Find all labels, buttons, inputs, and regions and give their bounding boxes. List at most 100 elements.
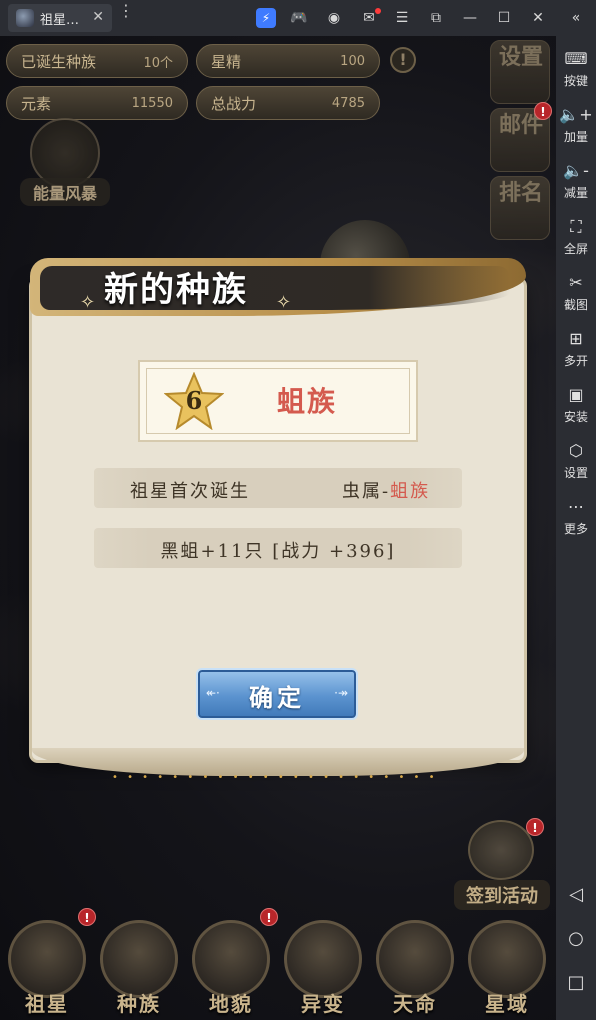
close-icon[interactable]: ✕ xyxy=(528,8,548,28)
nav-ancestor-star[interactable]: 祖星 xyxy=(4,918,90,1018)
nav-alert-badge: ! xyxy=(78,908,96,926)
minimize-icon[interactable]: — xyxy=(460,8,480,28)
settings-button[interactable]: 设置 xyxy=(490,40,550,104)
sidebar-item-volume-up[interactable]: 🔈+ 加量 xyxy=(556,104,596,156)
star-essence-stat: 星精 100 xyxy=(196,44,380,78)
sign-in-label: 签到活动 xyxy=(454,880,550,910)
terrain-icon xyxy=(192,920,270,998)
notification-dot xyxy=(375,8,381,14)
nav-label: 天命 xyxy=(393,992,437,1016)
fullscreen-icon: ⛶ xyxy=(570,217,582,236)
keyboard-icon: ⌨ xyxy=(564,49,588,68)
menu-kebab-icon[interactable]: ⋮ xyxy=(118,3,134,19)
sidebar-item-volume-down[interactable]: 🔈- 减量 xyxy=(556,160,596,212)
race-name: 蛆族 xyxy=(276,385,337,418)
category-race: 蛆族 xyxy=(390,481,431,502)
mutation-icon xyxy=(284,920,362,998)
nav-race[interactable]: 种族 xyxy=(96,918,182,1018)
scissors-icon: ✂ xyxy=(569,273,583,292)
stat-label: 元素 xyxy=(21,94,52,113)
nav-label: 星域 xyxy=(485,992,529,1016)
stat-value: 10个 xyxy=(143,55,173,71)
sidebar-item-install[interactable]: ▣ 安装 xyxy=(556,384,596,436)
sidebar-item-label: 加量 xyxy=(563,130,588,144)
user-icon[interactable]: ◉ xyxy=(324,8,344,28)
hamburger-menu-icon[interactable]: ☰ xyxy=(392,8,412,28)
popout-icon[interactable]: ⧉ xyxy=(426,8,446,28)
bolt-icon[interactable]: ⚡ xyxy=(256,8,276,28)
sidebar-item-label: 减量 xyxy=(563,186,588,200)
more-icon: ⋯ xyxy=(568,497,584,516)
recent-apps-icon[interactable]: □ xyxy=(556,970,596,996)
sparkle-icon: ✧ xyxy=(80,292,96,313)
tab-title: 祖星… xyxy=(40,12,80,28)
sidebar-item-label: 多开 xyxy=(563,354,588,368)
confirm-label: 确定 xyxy=(249,683,305,712)
tab-close-icon[interactable]: ✕ xyxy=(92,9,104,25)
sidebar-item-label: 按键 xyxy=(563,74,588,88)
scroll-quill-icon xyxy=(468,820,534,880)
born-races-stat: 已诞生种族 10个 xyxy=(6,44,188,78)
category-prefix: 虫属- xyxy=(342,481,391,502)
apk-install-icon: ▣ xyxy=(568,385,584,404)
nav-label: 种族 xyxy=(117,992,161,1016)
collapse-sidebar-icon[interactable]: « xyxy=(566,8,586,28)
app-tab[interactable]: 祖星… ✕ xyxy=(8,4,112,32)
sidebar-item-screenshot[interactable]: ✂ 截图 xyxy=(556,272,596,324)
info-icon[interactable]: ! xyxy=(390,47,416,73)
confirm-button[interactable]: ↞· 确定 ·↠ xyxy=(196,668,358,720)
volume-down-icon: 🔈- xyxy=(563,161,589,180)
sidebar-item-label: 全屏 xyxy=(563,242,588,256)
nav-mutation[interactable]: 异变 xyxy=(280,918,366,1018)
dialog-title: 新的种族 xyxy=(104,270,248,310)
app-icon xyxy=(16,9,34,27)
emulator-sidebar: ⌨ 按键 🔈+ 加量 🔈- 减量 ⛶ 全屏 ✂ 截图 ⊞ 多开 ▣ 安装 ⬡ 设… xyxy=(556,36,596,1020)
total-power-stat: 总战力 4785 xyxy=(196,86,380,120)
home-icon[interactable]: ○ xyxy=(556,926,596,952)
stat-label: 总战力 xyxy=(211,94,257,113)
stat-value: 11550 xyxy=(131,95,173,111)
emulator-window: 祖星… ✕ ⋮ ⚡ 🎮 ◉ ✉ ☰ ⧉ — ☐ ✕ « 已诞生种族 10个 星精… xyxy=(0,0,596,1020)
sidebar-item-label: 截图 xyxy=(563,298,588,312)
nav-alert-badge: ! xyxy=(260,908,278,926)
sidebar-item-label: 安装 xyxy=(563,410,588,424)
energy-storm-label: 能量风暴 xyxy=(20,178,110,206)
nav-label: 异变 xyxy=(301,992,345,1016)
deco-right-icon: ·↠ xyxy=(334,686,348,700)
rank-label: 排名 xyxy=(499,181,544,206)
sidebar-item-label: 设置 xyxy=(563,466,588,480)
race-level: 6 xyxy=(185,386,203,415)
volume-up-icon: 🔈+ xyxy=(559,105,593,124)
settings-label: 设置 xyxy=(499,45,544,70)
reward-text: 黑蛆+11只 [战力 +396] xyxy=(160,541,396,562)
elements-stat: 元素 11550 xyxy=(6,86,188,120)
nav-label: 祖星 xyxy=(25,992,69,1016)
decorative-dots: • • • • • • • • • • • • • • • • • • • • … xyxy=(112,772,438,783)
stat-value: 100 xyxy=(340,53,365,69)
gamepad-icon[interactable]: 🎮 xyxy=(289,8,309,28)
sidebar-item-settings[interactable]: ⬡ 设置 xyxy=(556,440,596,492)
sparkle-icon: ✧ xyxy=(276,292,292,313)
maximize-icon[interactable]: ☐ xyxy=(494,8,514,28)
star-domain-icon xyxy=(468,920,546,998)
sidebar-item-more[interactable]: ⋯ 更多 xyxy=(556,496,596,548)
nav-terrain[interactable]: 地貌 xyxy=(188,918,274,1018)
nav-destiny[interactable]: 天命 xyxy=(372,918,458,1018)
mail-alert-badge: ! xyxy=(534,102,552,120)
nav-star-domain[interactable]: 星域 xyxy=(464,918,550,1018)
multi-instance-icon: ⊞ xyxy=(569,329,583,348)
race-category: 虫属-蛆族 xyxy=(342,477,430,503)
sidebar-item-fullscreen[interactable]: ⛶ 全屏 xyxy=(556,216,596,268)
sidebar-item-multi-instance[interactable]: ⊞ 多开 xyxy=(556,328,596,380)
first-birth-label: 祖星首次诞生 xyxy=(130,481,250,502)
destiny-icon xyxy=(376,920,454,998)
nav-label: 地貌 xyxy=(209,992,253,1016)
race-icon xyxy=(100,920,178,998)
stat-label: 已诞生种族 xyxy=(21,52,97,71)
sidebar-item-label: 更多 xyxy=(563,522,588,536)
rank-button[interactable]: 排名 xyxy=(490,176,550,240)
energy-storm-button[interactable]: 能量风暴 xyxy=(20,118,110,208)
sidebar-item-keymap[interactable]: ⌨ 按键 xyxy=(556,48,596,100)
sign-in-alert-badge: ! xyxy=(526,818,544,836)
back-icon[interactable]: ◁ xyxy=(556,882,596,908)
